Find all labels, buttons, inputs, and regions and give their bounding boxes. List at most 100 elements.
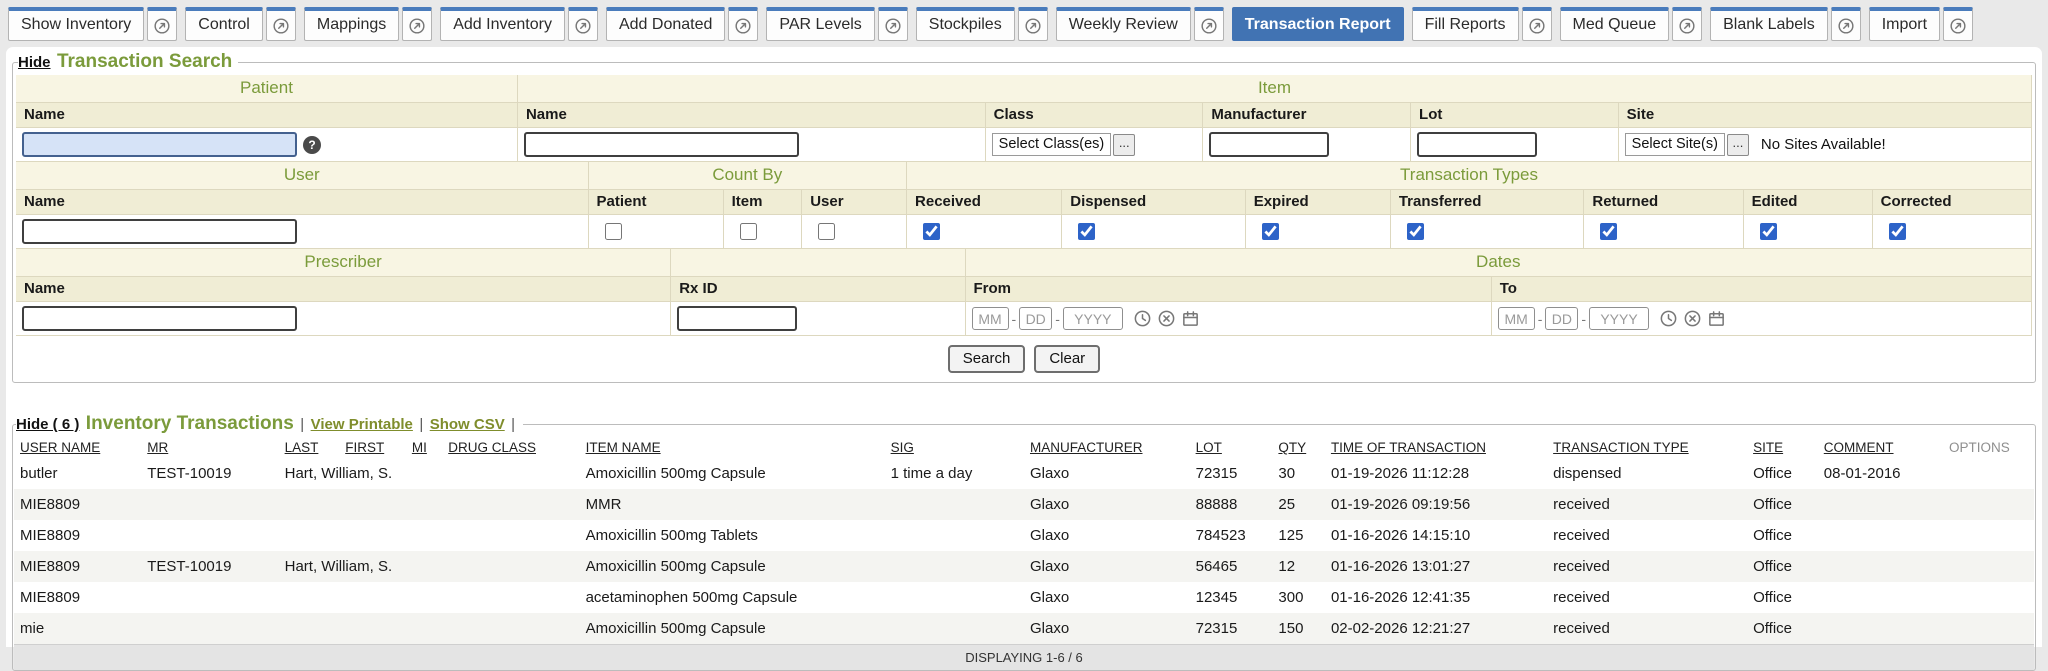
rx-id-label: Rx ID — [671, 277, 965, 302]
cell-qty: 25 — [1272, 489, 1325, 520]
tab-fill-reports-popup[interactable] — [1522, 7, 1552, 41]
tab-mappings[interactable]: Mappings — [304, 7, 399, 41]
time-icon[interactable] — [1133, 309, 1152, 328]
to-month-input[interactable] — [1498, 307, 1535, 330]
col-drug-class[interactable]: DRUG CLASS — [442, 435, 579, 458]
cell-mr: TEST-10019 — [141, 458, 278, 489]
col-user-name[interactable]: USER NAME — [14, 435, 141, 458]
class-cell: Select Class(es) ... — [986, 128, 1204, 162]
cell-type: received — [1547, 582, 1747, 613]
col-manufacturer[interactable]: MANUFACTURER — [1024, 435, 1190, 458]
cell-comment: 08-01-2016 — [1818, 458, 1943, 489]
tab-transaction-report[interactable]: Transaction Report — [1232, 7, 1404, 41]
tab-med-queue-popup[interactable] — [1672, 7, 1702, 41]
clear-date-icon[interactable] — [1683, 309, 1702, 328]
tab-control-popup[interactable] — [266, 7, 296, 41]
corrected-checkbox[interactable] — [1889, 223, 1906, 240]
tab-show-inventory-popup[interactable] — [147, 7, 177, 41]
tab-par-levels[interactable]: PAR Levels — [766, 7, 874, 41]
col-lot[interactable]: LOT — [1190, 435, 1273, 458]
manufacturer-input[interactable] — [1209, 132, 1329, 157]
tab-add-inventory-popup[interactable] — [568, 7, 598, 41]
tab-import[interactable]: Import — [1869, 7, 1940, 41]
to-day-input[interactable] — [1545, 307, 1578, 330]
col-mi[interactable]: MI — [406, 435, 442, 458]
cell-mr: TEST-10019 — [141, 551, 278, 582]
prescriber-name-input[interactable] — [22, 306, 297, 331]
tab-mappings-popup[interactable] — [402, 7, 432, 41]
tab-weekly-review[interactable]: Weekly Review — [1056, 7, 1191, 41]
clear-date-icon[interactable] — [1157, 309, 1176, 328]
count-by-patient-checkbox[interactable] — [605, 223, 622, 240]
tab-med-queue[interactable]: Med Queue — [1560, 7, 1670, 41]
to-year-input[interactable] — [1589, 307, 1649, 330]
tab-add-donated-popup[interactable] — [728, 7, 758, 41]
edited-checkbox[interactable] — [1760, 223, 1777, 240]
search-button[interactable]: Search — [948, 345, 1026, 373]
patient-name-cell: ? — [16, 128, 518, 162]
cell-sig — [885, 582, 1024, 613]
help-icon[interactable]: ? — [303, 136, 321, 154]
tab-fill-reports[interactable]: Fill Reports — [1412, 7, 1519, 41]
tabgroup-mappings: Mappings — [304, 7, 432, 41]
hide-search-link[interactable]: Hide — [18, 54, 51, 71]
tab-show-inventory[interactable]: Show Inventory — [8, 7, 144, 41]
time-icon[interactable] — [1659, 309, 1678, 328]
col-comment[interactable]: COMMENT — [1818, 435, 1943, 458]
item-name-input[interactable] — [524, 132, 799, 157]
col-sig[interactable]: SIG — [885, 435, 1024, 458]
tab-blank-labels[interactable]: Blank Labels — [1710, 7, 1828, 41]
no-sites-text: No Sites Available! — [1755, 136, 1886, 153]
hide-transactions-link[interactable]: Hide ( 6 ) — [16, 416, 79, 433]
returned-checkbox[interactable] — [1600, 223, 1617, 240]
transferred-checkbox[interactable] — [1407, 223, 1424, 240]
cell-last — [279, 489, 340, 520]
calendar-icon[interactable] — [1707, 309, 1726, 328]
tab-par-levels-popup[interactable] — [878, 7, 908, 41]
calendar-icon[interactable] — [1181, 309, 1200, 328]
returned-label: Returned — [1584, 190, 1743, 215]
patient-name-input[interactable] — [22, 132, 297, 157]
tab-stockpiles-popup[interactable] — [1018, 7, 1048, 41]
col-qty[interactable]: QTY — [1272, 435, 1325, 458]
user-name-input[interactable] — [22, 219, 297, 244]
select-sites-ellipsis-button[interactable]: ... — [1727, 134, 1749, 156]
from-day-input[interactable] — [1019, 307, 1052, 330]
cell-time: 01-16-2026 12:41:35 — [1325, 582, 1547, 613]
expired-checkbox[interactable] — [1262, 223, 1279, 240]
table-header-row: USER NAME MR LAST FIRST MI DRUG CLASS IT… — [14, 435, 2034, 458]
tab-control[interactable]: Control — [185, 7, 263, 41]
col-first[interactable]: FIRST — [339, 435, 406, 458]
tab-stockpiles[interactable]: Stockpiles — [916, 7, 1015, 41]
lot-input[interactable] — [1417, 132, 1537, 157]
dispensed-checkbox[interactable] — [1078, 223, 1095, 240]
col-site[interactable]: SITE — [1747, 435, 1818, 458]
col-last[interactable]: LAST — [279, 435, 340, 458]
select-classes-control[interactable]: Select Class(es) ... — [992, 133, 1136, 156]
col-time[interactable]: TIME OF TRANSACTION — [1325, 435, 1547, 458]
tab-weekly-review-popup[interactable] — [1194, 7, 1224, 41]
tab-import-popup[interactable] — [1943, 7, 1973, 41]
view-printable-link[interactable]: View Printable — [311, 416, 413, 433]
select-classes-ellipsis-button[interactable]: ... — [1113, 134, 1135, 156]
received-checkbox[interactable] — [923, 223, 940, 240]
col-item-name[interactable]: ITEM NAME — [580, 435, 885, 458]
cell-manufacturer: Glaxo — [1024, 613, 1190, 645]
cell-item-name: acetaminophen 500mg Capsule — [580, 582, 885, 613]
cell-user-name: MIE8809 — [14, 520, 141, 551]
cell-manufacturer: Glaxo — [1024, 458, 1190, 489]
from-year-input[interactable] — [1063, 307, 1123, 330]
col-type[interactable]: TRANSACTION TYPE — [1547, 435, 1747, 458]
tab-blank-labels-popup[interactable] — [1831, 7, 1861, 41]
count-by-user-checkbox[interactable] — [818, 223, 835, 240]
select-sites-control[interactable]: Select Site(s) ... — [1625, 133, 1749, 156]
col-mr[interactable]: MR — [141, 435, 278, 458]
rx-id-input[interactable] — [677, 306, 797, 331]
show-csv-link[interactable]: Show CSV — [430, 416, 505, 433]
cell-drug-class — [442, 551, 579, 582]
count-by-item-checkbox[interactable] — [740, 223, 757, 240]
tab-add-inventory[interactable]: Add Inventory — [440, 7, 565, 41]
tab-add-donated[interactable]: Add Donated — [606, 7, 725, 41]
from-month-input[interactable] — [972, 307, 1009, 330]
clear-button[interactable]: Clear — [1034, 345, 1100, 373]
